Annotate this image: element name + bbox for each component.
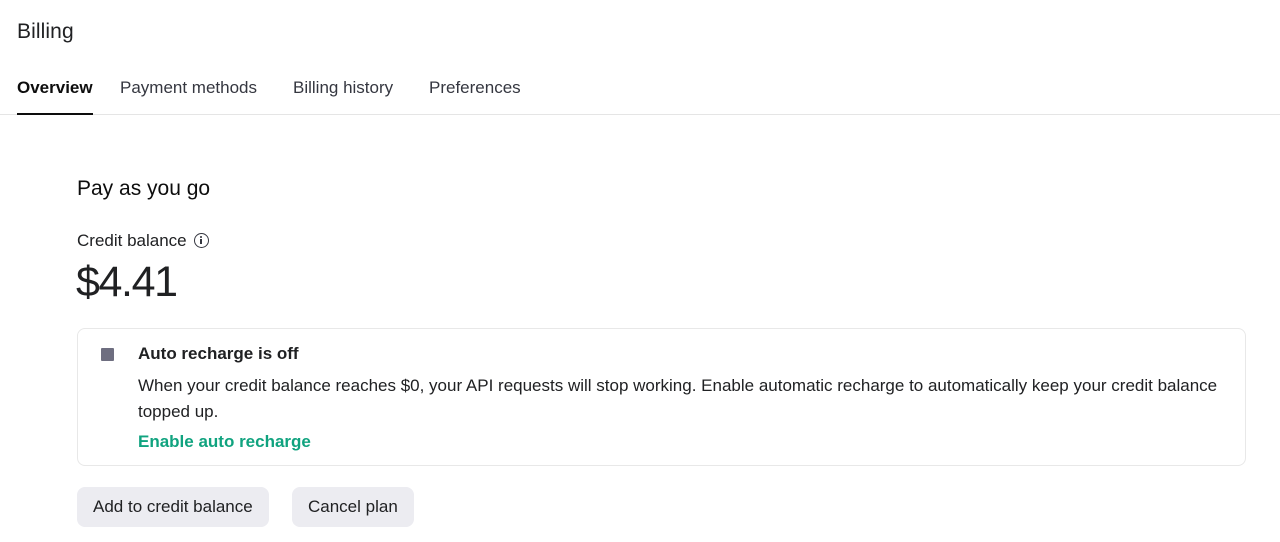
- info-icon[interactable]: [193, 232, 209, 248]
- billing-page: Billing Overview Payment methods Billing…: [0, 0, 1280, 542]
- add-to-credit-balance-button[interactable]: Add to credit balance: [77, 487, 269, 527]
- notice-title: Auto recharge is off: [138, 344, 299, 363]
- enable-auto-recharge-link[interactable]: Enable auto recharge: [138, 432, 311, 452]
- tab-payment-methods[interactable]: Payment methods: [120, 78, 257, 115]
- tab-overview[interactable]: Overview: [17, 78, 93, 115]
- stop-icon: [101, 348, 114, 361]
- credit-balance-label: Credit balance: [77, 231, 187, 250]
- page-title: Billing: [17, 20, 74, 43]
- notice-body: When your credit balance reaches $0, you…: [138, 376, 1218, 421]
- cancel-plan-button[interactable]: Cancel plan: [292, 487, 414, 527]
- section-title: Pay as you go: [77, 177, 211, 200]
- tab-billing-history[interactable]: Billing history: [293, 78, 393, 115]
- credit-balance-label-row: Credit balance: [77, 231, 209, 251]
- billing-tabs: Overview Payment methods Billing history…: [0, 75, 1280, 115]
- auto-recharge-notice: Auto recharge is off When your credit ba…: [77, 328, 1246, 466]
- tab-preferences[interactable]: Preferences: [429, 78, 521, 115]
- credit-balance-amount: $4.41: [76, 258, 178, 306]
